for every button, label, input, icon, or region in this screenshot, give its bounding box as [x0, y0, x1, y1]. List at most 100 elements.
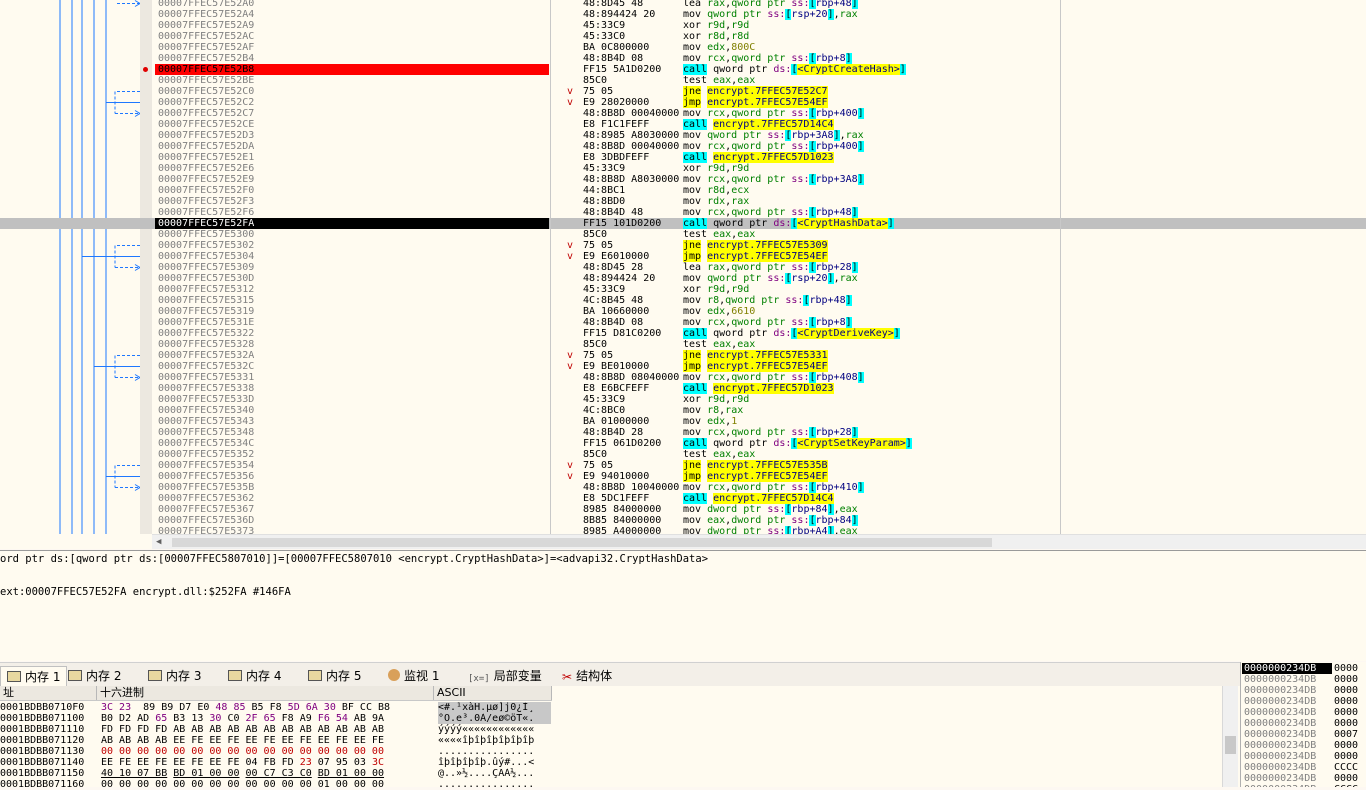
dump-ascii[interactable]: <#.¹xàH.µø]j0¿Ì¸ [438, 702, 551, 713]
instruction-text[interactable]: mov rcx,qword ptr ss:[rbp+410] [683, 482, 1059, 493]
dump-address[interactable]: 0001BDBB071160 [0, 779, 96, 790]
instruction-address[interactable]: 00007FFEC57E52F6 [155, 207, 549, 218]
disasm-row[interactable]: 00007FFEC57E52D3 48:8985 A8030000 mov qwor… [0, 130, 1366, 141]
instruction-address[interactable]: 00007FFEC57E5367 [155, 504, 549, 515]
tab-7[interactable]: [x=] 局部变量 [462, 666, 548, 687]
dump-hex-bytes[interactable]: AB AB AB AB EE FE EE FE EE FE EE FE EE F… [101, 735, 433, 746]
instruction-address[interactable]: 00007FFEC57E5340 [155, 405, 549, 416]
tab-8[interactable]: ✂ 结构体 [556, 666, 618, 687]
dump-ascii[interactable]: ««««îþîþîþîþîþîþ [438, 735, 551, 746]
instruction-address[interactable]: 00007FFEC57E534C [155, 438, 549, 449]
disasm-row[interactable]: 00007FFEC57E5352 85C0 test eax,eax [0, 449, 1366, 460]
disasm-row[interactable]: 00007FFEC57E52F3 48:8BD0 mov rdx,rax [0, 196, 1366, 207]
instruction-text[interactable]: mov rcx,qword ptr ss:[rbp+400] [683, 141, 1059, 152]
instruction-address[interactable]: 00007FFEC57E52C0 [155, 86, 549, 97]
instruction-address[interactable]: 00007FFEC57E5354 [155, 460, 549, 471]
instruction-text[interactable]: xor r9d,r9d [683, 163, 1059, 174]
instruction-address[interactable]: 00007FFEC57E535B [155, 482, 549, 493]
dump-address[interactable]: 0001BDBB071130 [0, 746, 96, 757]
instruction-text[interactable]: xor r8d,r8d [683, 31, 1059, 42]
disasm-row[interactable]: 00007FFEC57E5302 v 75 05 jne encrypt.7FFEC5… [0, 240, 1366, 251]
disasm-row[interactable]: 00007FFEC57E536D 8B85 84000000 mov eax,dwo… [0, 515, 1366, 526]
disasm-row[interactable]: 00007FFEC57E52F0 44:8BC1 mov r8d,ecx [0, 185, 1366, 196]
disasm-row[interactable]: 00007FFEC57E52E1 E8 3DBDFEFF call encrypt.… [0, 152, 1366, 163]
dump-ascii[interactable]: ýýýý«««««««««««« [438, 724, 551, 735]
dump-ascii[interactable]: ................ [438, 746, 551, 757]
stack-address[interactable]: 0000000234DB [1244, 751, 1332, 762]
instruction-text[interactable]: mov rdx,rax [683, 196, 1059, 207]
dump-row[interactable]: 0001BDBB071100 B0 D2 AD 65 B3 13 30 C0 2F… [0, 713, 552, 724]
instruction-text[interactable]: xor r9d,r9d [683, 394, 1059, 405]
stack-row[interactable]: 0000000234DB 0000 [1241, 773, 1366, 784]
disasm-row[interactable]: 00007FFEC57E52E9 48:8B8D A8030000 mov rcx,… [0, 174, 1366, 185]
dump-header-address[interactable]: 址 [0, 686, 97, 700]
column-divider[interactable] [1060, 0, 1061, 534]
instruction-address[interactable]: 00007FFEC57E536D [155, 515, 549, 526]
stack-address[interactable]: 0000000234DB [1244, 729, 1332, 740]
disasm-row[interactable]: 00007FFEC57E5304 v E9 E6010000 jmp encrypt.… [0, 251, 1366, 262]
instruction-address[interactable]: 00007FFEC57E5302 [155, 240, 549, 251]
instruction-text[interactable]: jmp encrypt.7FFEC57E54EF [683, 361, 1059, 372]
disasm-row[interactable]: 00007FFEC57E5340 4C:8BC0 mov r8,rax [0, 405, 1366, 416]
instruction-text[interactable]: mov r8d,ecx [683, 185, 1059, 196]
dump-address[interactable]: 0001BDBB0710F0 [0, 702, 96, 713]
stack-row[interactable]: 0000000234DB 0000 [1241, 751, 1366, 762]
instruction-address[interactable]: 00007FFEC57E5343 [155, 416, 549, 427]
disasm-row[interactable]: 00007FFEC57E52C7 48:8B8D 00040000 mov rcx,… [0, 108, 1366, 119]
instruction-address[interactable]: 00007FFEC57E52BE [155, 75, 549, 86]
instruction-text[interactable]: mov qword ptr ss:[rbp+3A8],rax [683, 130, 1059, 141]
stack-address[interactable]: 0000000234DB [1244, 685, 1332, 696]
stack-row[interactable]: 0000000234DB 0000 [1241, 718, 1366, 729]
instruction-text[interactable]: mov rcx,qword ptr ss:[rbp+408] [683, 372, 1059, 383]
instruction-address[interactable]: 00007FFEC57E52CE [155, 119, 549, 130]
dump-hex-bytes[interactable]: 40 10 07 BB BD 01 00 00 00 C7 C3 C0 BD 0… [101, 768, 433, 779]
instruction-text[interactable]: mov edx,6610 [683, 306, 1059, 317]
instruction-address[interactable]: 00007FFEC57E52B8 [155, 64, 549, 75]
disasm-row[interactable]: 00007FFEC57E5328 85C0 test eax,eax [0, 339, 1366, 350]
stack-address[interactable]: 0000000234DB [1244, 740, 1332, 751]
instruction-text[interactable]: mov edx,1 [683, 416, 1059, 427]
stack-address[interactable]: 0000000234DB [1242, 663, 1332, 674]
dump-hex-bytes[interactable]: 00 00 00 00 00 00 00 00 00 00 00 00 01 0… [101, 779, 433, 790]
dump-row[interactable]: 0001BDBB0710F0 3C 23 89 B9 D7 E0 48 85 B5… [0, 702, 552, 713]
instruction-text[interactable]: mov rcx,qword ptr ss:[rbp+8] [683, 53, 1059, 64]
instruction-address[interactable]: 00007FFEC57E52FA [155, 218, 549, 229]
disasm-row[interactable]: 00007FFEC57E52C2 v E9 28020000 jmp encrypt.… [0, 97, 1366, 108]
instruction-text[interactable]: jne encrypt.7FFEC57E5309 [683, 240, 1059, 251]
stack-view[interactable]: 0000000234DB 0000 0000000234DB 0000 00000002… [1240, 662, 1366, 787]
tab-6[interactable]: 监视 1 [382, 666, 445, 687]
dump-address[interactable]: 0001BDBB071120 [0, 735, 96, 746]
instruction-address[interactable]: 00007FFEC57E5352 [155, 449, 549, 460]
dump-hex-bytes[interactable]: FD FD FD FD AB AB AB AB AB AB AB AB AB A… [101, 724, 433, 735]
dump-address[interactable]: 0001BDBB071150 [0, 768, 96, 779]
instruction-text[interactable]: mov rcx,qword ptr ss:[rbp+400] [683, 108, 1059, 119]
instruction-text[interactable]: mov r8,rax [683, 405, 1059, 416]
dump-ascii[interactable]: ................ [438, 779, 551, 790]
instruction-address[interactable]: 00007FFEC57E52E1 [155, 152, 549, 163]
instruction-text[interactable]: mov qword ptr ss:[rsp+20],rax [683, 9, 1059, 20]
disasm-row[interactable]: 00007FFEC57E52BE 85C0 test eax,eax [0, 75, 1366, 86]
instruction-address[interactable]: 00007FFEC57E5322 [155, 328, 549, 339]
disasm-row[interactable]: 00007FFEC57E5367 8985 84000000 mov dword p… [0, 504, 1366, 515]
instruction-address[interactable]: 00007FFEC57E5304 [155, 251, 549, 262]
dump-ascii[interactable]: @..»½....ÇÃÀ½... [438, 768, 551, 779]
instruction-text[interactable]: mov rcx,qword ptr ss:[rbp+8] [683, 317, 1059, 328]
instruction-address[interactable]: 00007FFEC57E5356 [155, 471, 549, 482]
disasm-row[interactable]: 00007FFEC57E5319 BA 10660000 mov edx,6610 [0, 306, 1366, 317]
instruction-address[interactable]: 00007FFEC57E533D [155, 394, 549, 405]
instruction-address[interactable]: 00007FFEC57E530D [155, 273, 549, 284]
disasm-row[interactable]: 00007FFEC57E531E 48:8B4D 08 mov rcx,qword … [0, 317, 1366, 328]
tab-4[interactable]: 内存 4 [222, 666, 287, 687]
instruction-address[interactable]: 00007FFEC57E5315 [155, 295, 549, 306]
instruction-address[interactable]: 00007FFEC57E52E6 [155, 163, 549, 174]
stack-row[interactable]: 0000000234DB 0000 [1241, 663, 1366, 674]
instruction-address[interactable]: 00007FFEC57E52D3 [155, 130, 549, 141]
instruction-address[interactable]: 00007FFEC57E52A9 [155, 20, 549, 31]
disasm-row[interactable]: 00007FFEC57E532A v 75 05 jne encrypt.7FFEC5… [0, 350, 1366, 361]
instruction-text[interactable]: test eax,eax [683, 229, 1059, 240]
instruction-address[interactable]: 00007FFEC57E5331 [155, 372, 549, 383]
instruction-address[interactable]: 00007FFEC57E5312 [155, 284, 549, 295]
instruction-text[interactable]: call encrypt.7FFEC57D14C4 [683, 493, 1059, 504]
scrollbar-thumb[interactable] [172, 538, 992, 547]
disasm-row[interactable]: 00007FFEC57E5348 48:8B4D 28 mov rcx,qword … [0, 427, 1366, 438]
